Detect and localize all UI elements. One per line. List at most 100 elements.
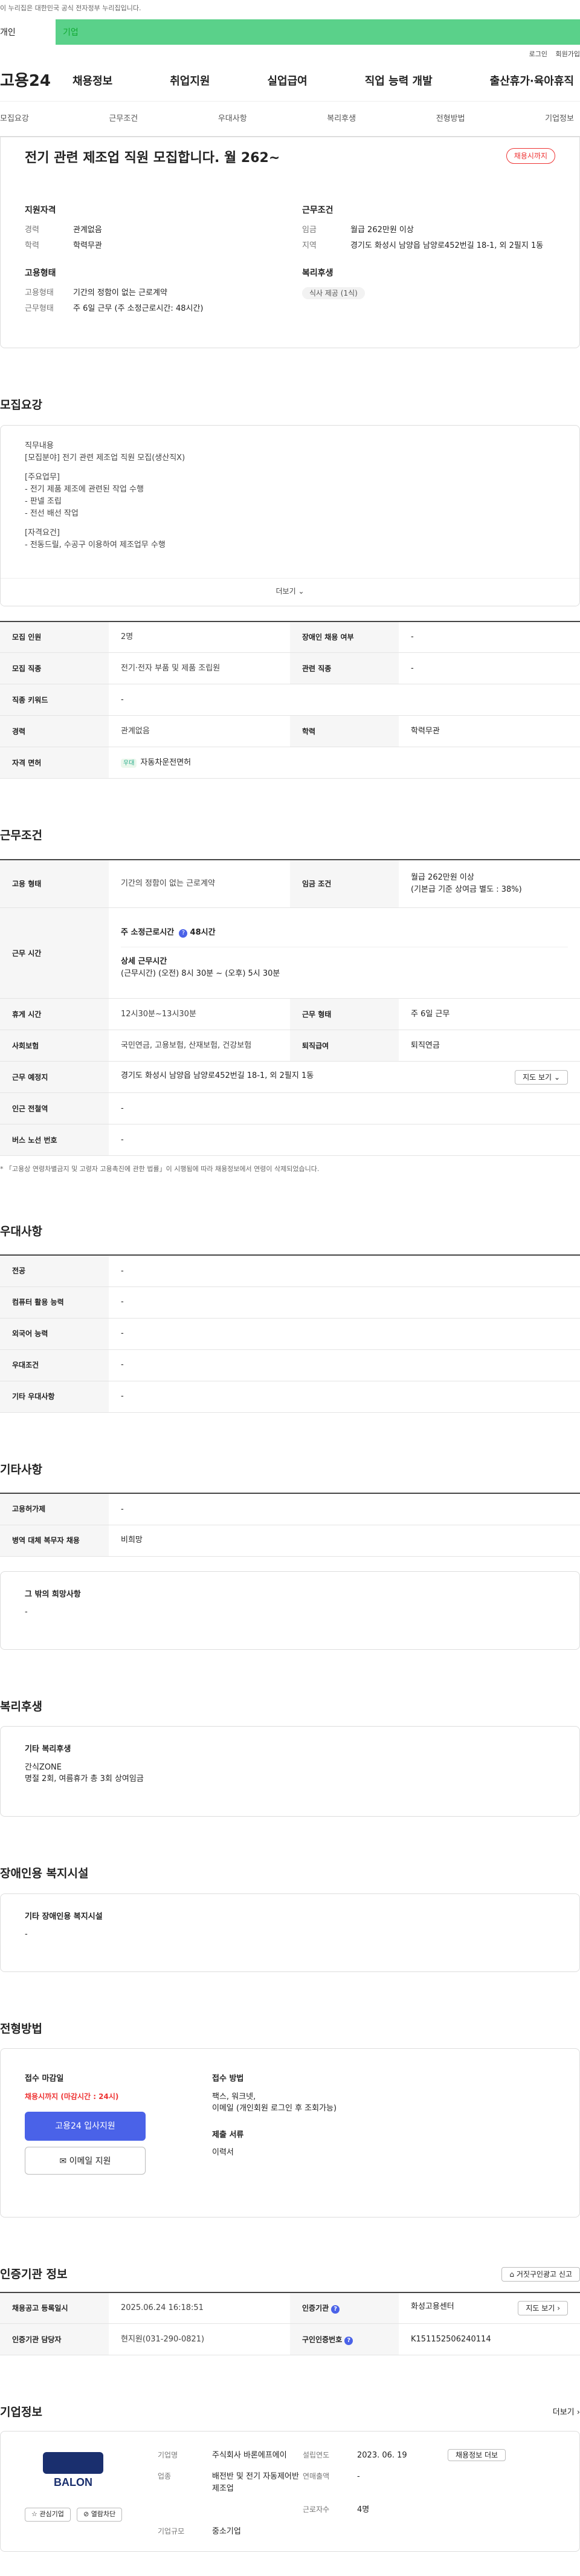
other-wishes-title: 그 밖의 희망사항 [25, 1589, 81, 1599]
sales-value: - [357, 2472, 360, 2481]
cell-value: 2명 [109, 621, 290, 653]
place-value: 경기도 화성시 남양읍 남양로452번길 18-1, 외 2필지 1동 [121, 1071, 314, 1080]
cell-value: - [109, 1381, 580, 1413]
welfare-box-title: 기타 복리후생 [25, 1745, 71, 1754]
home-icon: ⌂ [509, 2270, 515, 2279]
block-button[interactable]: ⊘ 열람차단 [77, 2508, 123, 2522]
cell-label: 고용허가제 [0, 1493, 109, 1525]
employment-type-value: 기간의 정함이 없는 근로계약 [73, 288, 167, 297]
age-note: * 「고용상 연령차별금지 및 고령자 고용촉진에 관한 법률」이 시행됨에 따… [0, 1165, 320, 1173]
join-link[interactable]: 회원가입 [556, 50, 580, 58]
weekly-hours-label: 주 소정근로시간 [121, 927, 175, 937]
other-wishes-value: - [25, 1608, 28, 1617]
desc-line: [자격요건] [25, 528, 60, 538]
etc-table: 고용허가제 - 병역 대체 복무자 채용 비희망 [0, 1493, 580, 1557]
site-logo[interactable]: 고용24 [0, 70, 72, 93]
table-row: 병역 대체 복무자 채용 비희망 [0, 1525, 580, 1557]
gov-notice-text: 이 누리집은 대한민국 공식 전자정부 누리집입니다. [0, 4, 141, 12]
table-row: 버스 노선 번호 - [0, 1124, 580, 1156]
wage-label: 임금 [302, 225, 317, 235]
cell-label: 구인인증번호 [302, 2335, 343, 2344]
table-row: 경력 관계없음 학력 학력무관 [0, 715, 580, 747]
cell-label: 고용 형태 [0, 859, 109, 908]
email-apply-label: 이메일 지원 [69, 2156, 111, 2166]
employment-type-label: 고용형태 [25, 288, 54, 297]
tab-person[interactable]: 개인 [0, 19, 56, 45]
email-apply-button[interactable]: ✉ 이메일 지원 [25, 2146, 146, 2175]
job-summary-card: 전기 관련 제조업 직원 모집합니다. 월 262~ 채용시까지 지원자격 경력… [0, 137, 580, 348]
login-link[interactable]: 로그인 [529, 50, 547, 58]
welfare-line: 간식ZONE [25, 1762, 62, 1772]
apply-button[interactable]: 고용24 입사지원 [25, 2111, 146, 2141]
table-row: 모집 인원 2명 장애인 채용 여부 - [0, 621, 580, 653]
desc-line: - 전기 제품 제조에 관련된 작업 수행 [25, 484, 144, 494]
subnav-company[interactable]: 기업정보 [545, 113, 574, 125]
cell-label: 인증기관 [302, 2303, 329, 2312]
disabled-box-value: - [25, 1930, 28, 1939]
subnav-work[interactable]: 근무조건 [109, 113, 138, 125]
cell-label: 경력 [0, 715, 109, 747]
subnav-process[interactable]: 전형방법 [436, 113, 465, 125]
company-logo: BALON [43, 2451, 103, 2488]
info-icon[interactable]: ? [179, 929, 188, 938]
cell-value: - [109, 1493, 580, 1525]
cell-value: K151152506240114 [399, 2323, 580, 2355]
cell-label: 임금 조건 [290, 859, 399, 908]
interest-button[interactable]: ☆ 관심기업 [25, 2508, 71, 2522]
founded-value: 2023. 06. 19 [357, 2450, 407, 2460]
cell-value: - [109, 1286, 580, 1319]
employment-heading: 고용형태 [25, 268, 56, 278]
table-row: 고용허가제 - [0, 1493, 580, 1525]
cell-label: 병역 대체 복무자 채용 [0, 1525, 109, 1557]
tab-company[interactable]: 기업 [56, 19, 580, 45]
cell-value: 비희망 [109, 1525, 580, 1557]
desc-line: [모집분야] 전기 관련 제조업 직원 모집(생산직X) [25, 453, 185, 462]
disabled-box-title: 기타 장애인용 복지시설 [25, 1912, 103, 1921]
company-jobs-button[interactable]: 채용정보 더보 [448, 2448, 506, 2461]
map-button[interactable]: 지도 보기 ⌄ [515, 1069, 568, 1085]
subnav-preference[interactable]: 우대사항 [218, 113, 247, 125]
method-column: 접수 방법 팩스, 워크넷, 이메일 (개인회원 로그인 후 조회가능) 제출 … [194, 2073, 555, 2193]
table-row: 근무 예정지 경기도 화성시 남양읍 남양로452번길 18-1, 외 2필지 1… [0, 1061, 580, 1093]
recruit-section-title: 모집요강 [0, 398, 42, 412]
report-button[interactable]: ⌂ 거짓구인광고 신고 [501, 2267, 580, 2282]
industry-label: 업종 [158, 2472, 172, 2480]
cert-map-button[interactable]: 지도 보기 › [518, 2300, 568, 2315]
etc-section-title: 기타사항 [0, 1462, 42, 1476]
company-name-value: 주식회사 바론에프에이 [212, 2450, 287, 2460]
cell-label: 퇴직급여 [290, 1030, 399, 1062]
main-content: 전기 관련 제조업 직원 모집합니다. 월 262~ 채용시까지 지원자격 경력… [0, 137, 580, 2576]
founded-label: 설립연도 [303, 2450, 330, 2459]
desc-line: - 전동드릴, 수공구 이용하여 제조업무 수행 [25, 540, 166, 550]
welfare-summary-block: 복리후생 식사 제공 (1식) [302, 267, 555, 318]
region-value: 경기도 화성시 남양읍 남양로452번길 18-1, 외 2필지 1동 [350, 241, 544, 250]
work-type-value: 주 6일 근무 (주 소정근로시간: 48시간) [73, 303, 204, 313]
gnb-item-parental-leave[interactable]: 출산휴가·육아휴직 [490, 73, 574, 89]
report-label: 거짓구인광고 신고 [516, 2270, 572, 2279]
gnb-item-unemployment-benefit[interactable]: 실업급여 [268, 73, 308, 89]
company-more-link[interactable]: 더보기 › [553, 2407, 580, 2419]
mail-icon: ✉ [59, 2156, 67, 2166]
info-icon[interactable]: ? [344, 2336, 353, 2345]
map-button-label: 지도 보기 [523, 1072, 552, 1082]
table-row: 인근 전철역 - [0, 1092, 580, 1124]
cell-label: 근무 시간 [0, 907, 109, 999]
gnb-item-training[interactable]: 직업 능력 개발 [365, 73, 433, 89]
desc-line [25, 520, 555, 527]
cell-value: - [109, 1124, 580, 1156]
subnav-recruit[interactable]: 모집요강 [0, 113, 29, 125]
wage-sub: (기본급 기준 상여금 별도 : 38%) [411, 884, 522, 894]
user-type-tabs: 개인 기업 [0, 19, 580, 45]
cell-value: 학력무관 [399, 715, 580, 747]
info-icon[interactable]: ? [331, 2305, 340, 2314]
time-cell: 주 소정근로시간 ? 48시간 상세 근무시간 (근무시간) (오전) 8시 30분… [109, 907, 580, 999]
subnav-welfare[interactable]: 복리후생 [327, 113, 356, 125]
table-row: 인증기관 담당자 현지원(031-290-0821) 구인인증번호? K1511525… [0, 2323, 580, 2355]
cell-label: 학력 [290, 715, 399, 747]
more-button[interactable]: 더보기 ⌄ [1, 577, 579, 606]
interest-label: 관심기업 [39, 2510, 64, 2518]
gnb-item-employment-support[interactable]: 취업지원 [170, 73, 210, 89]
company-size-label: 기업규모 [158, 2526, 185, 2535]
gnb-item-jobs[interactable]: 채용정보 [72, 73, 112, 89]
license-cell: 우대 자동차운전면허 [109, 747, 580, 779]
